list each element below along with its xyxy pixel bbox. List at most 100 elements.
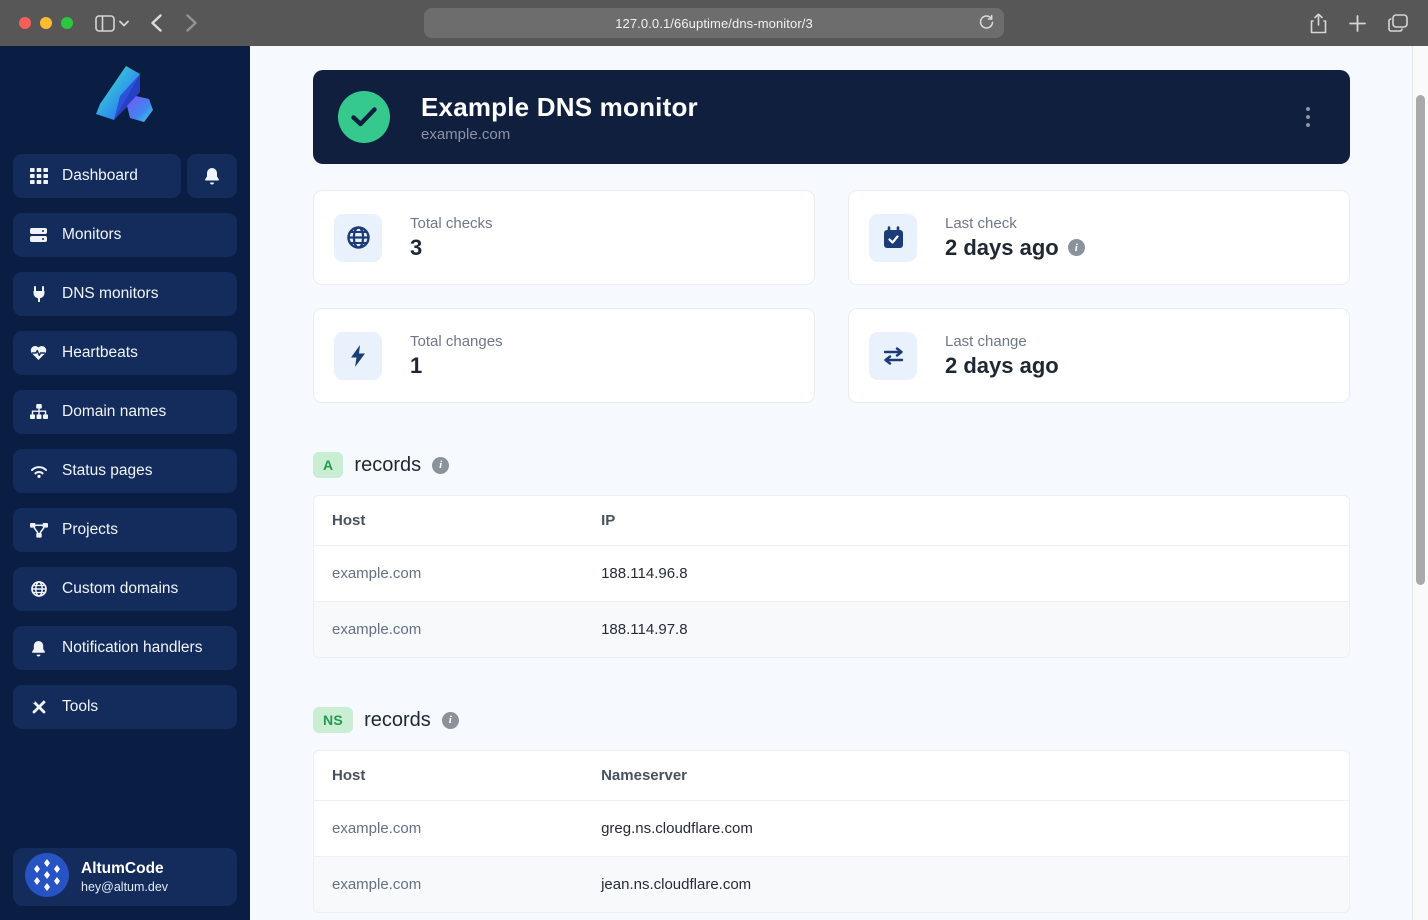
stat-label: Total checks [410,214,493,232]
record-type-badge: A [313,452,344,478]
info-icon[interactable]: i [432,456,450,474]
heart-pulse-icon [29,345,48,361]
stat-label: Last check [945,214,1017,232]
sidebar-item-label: Status pages [62,462,153,479]
kebab-menu-button[interactable] [1300,101,1316,133]
nameserver-cell: greg.ns.cloudflare.com [601,820,753,837]
sidebar-item-dns-monitors[interactable]: DNS monitors [13,272,237,316]
sidebar-item-label: Monitors [62,226,122,243]
stat-total-checks: Total checks 3 [313,190,815,285]
stat-label: Total changes [410,332,503,350]
minimize-window-button[interactable] [40,17,52,29]
stat-value: 3 [410,234,423,260]
sidebar-item-label: Heartbeats [62,344,138,361]
signal-icon [29,464,48,478]
scrollbar-track[interactable] [1412,46,1428,920]
user-account-button[interactable]: AltumCode hey@altum.dev [13,848,237,906]
column-header-host: Host [314,496,584,546]
sidebar: Dashboard Monitors DNS monitors Heartbea… [0,46,250,920]
server-icon [29,227,48,243]
sidebar-item-heartbeats[interactable]: Heartbeats [13,331,237,375]
stats-grid: Total checks 3 Last check 2 days ago i T… [313,190,1350,403]
record-type-badge: NS [313,707,354,733]
address-bar[interactable]: 127.0.0.1/66uptime/dns-monitor/3 [424,8,1004,38]
browser-toolbar: 127.0.0.1/66uptime/dns-monitor/3 [0,0,1428,46]
column-header-host: Host [314,751,584,801]
sidebar-item-dashboard[interactable]: Dashboard [13,154,181,198]
sidebar-item-monitors[interactable]: Monitors [13,213,237,257]
avatar [25,852,69,902]
user-name: AltumCode [81,860,164,877]
column-header-ip: IP [583,496,1349,546]
sidebar-item-domain-names[interactable]: Domain names [13,390,237,434]
back-button[interactable] [151,14,162,32]
stat-last-check: Last check 2 days ago i [848,190,1350,285]
main-content: Example DNS monitor example.com Total ch… [250,46,1428,920]
grid-icon [29,168,48,184]
info-icon[interactable]: i [1067,239,1085,256]
nameserver-cell: jean.ns.cloudflare.com [583,856,1349,912]
project-diagram-icon [29,522,48,538]
ns-records-table: Host Nameserver example.com greg.ns.clou… [313,750,1350,913]
app-logo[interactable] [13,46,237,154]
a-records-table: Host IP example.com 188.114.96.8 example… [313,495,1350,658]
bolt-icon [334,331,382,380]
forward-button[interactable] [186,14,197,32]
globe-icon [334,213,382,262]
plug-icon [29,285,48,303]
stat-value: 1 [410,352,423,378]
sidebar-item-label: Notification handlers [62,639,203,656]
ip-cell: 188.114.97.8 [583,601,1349,657]
section-title: records [354,453,422,476]
sidebar-item-label: Custom domains [62,580,179,597]
sidebar-item-label: Projects [62,521,118,538]
tools-icon [29,699,48,715]
user-email: hey@altum.dev [81,880,169,894]
a-records-heading: A records i [313,452,1350,478]
section-title: records [364,708,431,731]
info-icon[interactable]: i [441,711,459,729]
stat-last-change: Last change 2 days ago [848,308,1350,403]
table-row: example.com 188.114.97.8 [314,601,1349,657]
zoom-window-button[interactable] [61,17,73,29]
sitemap-icon [29,404,48,420]
stat-value: 2 days ago [945,234,1059,260]
column-header-nameserver: Nameserver [583,751,1349,801]
reload-icon[interactable] [978,14,995,31]
host-cell: example.com [332,820,422,837]
tab-overview-icon[interactable] [1388,14,1408,32]
monitor-target: example.com [421,125,511,143]
sidebar-toggle-icon[interactable] [95,14,115,32]
sidebar-menu: Monitors DNS monitors Heartbeats Domain … [13,213,237,729]
stat-total-changes: Total changes 1 [313,308,815,403]
notifications-button[interactable] [187,154,237,198]
stat-value: 2 days ago [945,352,1059,378]
sidebar-item-label: DNS monitors [62,285,159,302]
host-cell: example.com [314,601,584,657]
status-up-icon [338,91,390,143]
sidebar-item-projects[interactable]: Projects [13,508,237,552]
table-row: example.com greg.ns.cloudflare.com [314,801,1349,857]
sidebar-item-label: Dashboard [62,167,138,184]
sidebar-item-notification-handlers[interactable]: Notification handlers [13,626,237,670]
scrollbar-thumb[interactable] [1416,95,1425,585]
close-window-button[interactable] [19,17,31,29]
share-icon[interactable] [1310,12,1327,34]
window-controls [19,17,73,29]
table-row: example.com 188.114.96.8 [314,546,1349,602]
bell-icon [29,640,48,657]
ns-records-heading: NS records i [313,707,1350,733]
ip-cell: 188.114.96.8 [601,565,688,582]
calendar-check-icon [869,213,917,262]
sidebar-item-status-pages[interactable]: Status pages [13,449,237,493]
bell-icon [203,167,222,185]
host-cell: example.com [332,565,422,582]
sidebar-item-tools[interactable]: Tools [13,685,237,729]
sidebar-item-custom-domains[interactable]: Custom domains [13,567,237,611]
url-text: 127.0.0.1/66uptime/dns-monitor/3 [615,15,813,31]
new-tab-icon[interactable] [1349,14,1366,32]
stat-label: Last change [945,332,1027,350]
chevron-down-icon[interactable] [119,20,129,27]
page-title: Example DNS monitor [421,91,698,122]
host-cell: example.com [314,856,584,912]
